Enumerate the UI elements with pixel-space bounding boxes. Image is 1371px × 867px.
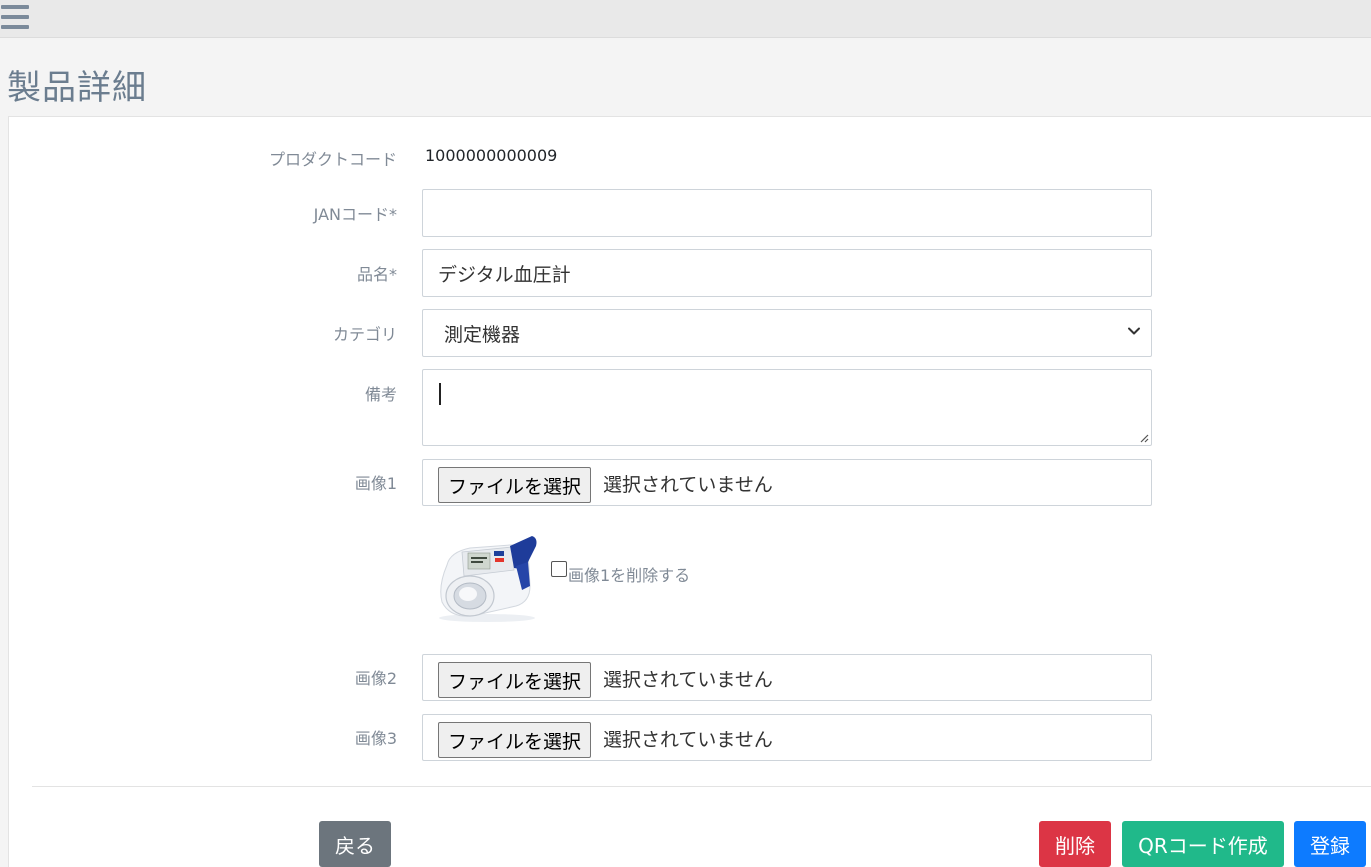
create-qr-code-button[interactable]: QRコード作成 (1122, 821, 1284, 867)
image3-label: 画像3 (354, 729, 397, 748)
jan-code-input[interactable] (422, 189, 1152, 237)
image3-choose-file-button[interactable]: ファイルを選択 (438, 722, 592, 758)
page-title: 製品詳細 (7, 68, 147, 108)
image1-choose-file-button[interactable]: ファイルを選択 (438, 467, 592, 503)
image1-label: 画像1 (354, 474, 397, 493)
top-bar (0, 0, 1371, 38)
category-select[interactable]: 測定機器 (422, 309, 1152, 357)
delete-button[interactable]: 削除 (1039, 821, 1111, 867)
hamburger-menu-icon[interactable] (1, 5, 29, 31)
product-thumbnail-image (439, 536, 537, 622)
image2-label: 画像2 (354, 669, 397, 688)
register-button[interactable]: 登録 (1294, 821, 1366, 867)
back-button[interactable]: 戻る (319, 821, 391, 867)
product-code-label: プロダクトコード (268, 150, 397, 169)
jan-code-label: JANコード* (313, 205, 397, 224)
text-cursor (439, 383, 441, 405)
image2-choose-file-button[interactable]: ファイルを選択 (438, 662, 592, 698)
notes-textarea[interactable] (422, 369, 1152, 446)
image1-file-input[interactable]: ファイルを選択 選択されていません (422, 459, 1152, 506)
delete-image1-label: 画像1を削除する (568, 566, 691, 585)
product-name-input[interactable]: デジタル血圧計 (422, 249, 1152, 297)
product-code-value: 1000000000009 (425, 146, 558, 165)
image1-file-status: 選択されていません (603, 474, 773, 496)
delete-image1-checkbox[interactable] (551, 561, 567, 577)
notes-label: 備考 (364, 385, 397, 404)
image3-file-input[interactable]: ファイルを選択 選択されていません (422, 714, 1152, 761)
image2-file-input[interactable]: ファイルを選択 選択されていません (422, 654, 1152, 701)
category-selected-value: 測定機器 (444, 323, 521, 346)
chevron-down-icon (1128, 327, 1140, 335)
form-divider (32, 786, 1371, 787)
product-name-label: 品名* (356, 265, 397, 284)
image2-file-status: 選択されていません (603, 669, 773, 691)
image3-file-status: 選択されていません (603, 729, 773, 751)
product-name-value: デジタル血圧計 (438, 263, 571, 286)
resize-grip-icon[interactable] (1139, 433, 1149, 443)
category-label: カテゴリ (332, 325, 397, 344)
